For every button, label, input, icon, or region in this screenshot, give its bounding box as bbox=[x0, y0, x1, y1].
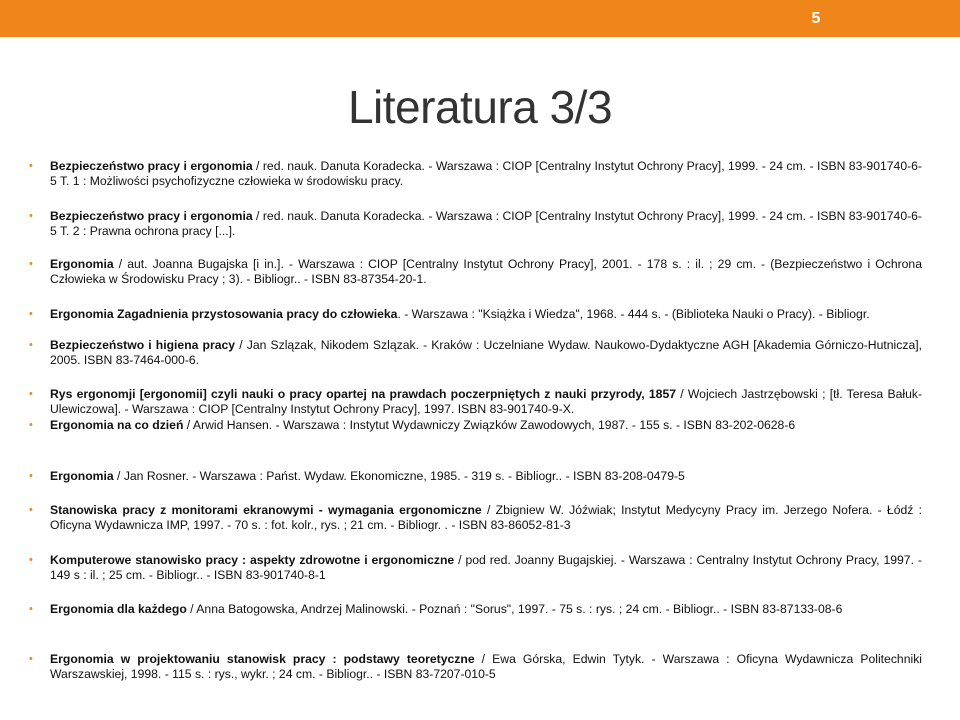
reference-title: Bezpieczeństwo i higiena pracy bbox=[50, 338, 236, 352]
bullet-icon: • bbox=[29, 210, 33, 222]
reference-item: • Ergonomia / aut. Joanna Bugajska [i in.… bbox=[29, 257, 922, 287]
reference-title: Ergonomia bbox=[50, 257, 114, 271]
bullet-icon: • bbox=[29, 419, 33, 431]
reference-item: • Ergonomia / Jan Rosner. - Warszawa : Pa… bbox=[29, 469, 922, 484]
reference-title: Ergonomia dla każdego bbox=[50, 602, 187, 616]
reference-title: Rys ergonomji [ergonomii] czyli nauki o … bbox=[50, 387, 677, 401]
reference-item: • Ergonomia Zagadnienia przystosowania pr… bbox=[29, 307, 922, 322]
bullet-icon: • bbox=[29, 504, 33, 516]
reference-details: . - Warszawa : "Książka i Wiedza", 1968.… bbox=[397, 307, 870, 321]
reference-item: • Stanowiska pracy z monitorami ekranowym… bbox=[29, 503, 922, 533]
reference-item: • Ergonomia dla każdego / Anna Batogowska… bbox=[29, 602, 922, 617]
header-accent-bar: 5 bbox=[0, 0, 960, 37]
reference-details: / Arwid Hansen. - Warszawa : Instytut Wy… bbox=[183, 418, 796, 432]
bullet-icon: • bbox=[29, 339, 33, 351]
reference-title: Bezpieczeństwo pracy i ergonomia bbox=[50, 159, 253, 173]
bullet-icon: • bbox=[29, 603, 33, 615]
reference-title: Ergonomia na co dzień bbox=[50, 418, 184, 432]
bullet-icon: • bbox=[29, 388, 33, 400]
reference-title: Komputerowe stanowisko pracy : aspekty z… bbox=[50, 553, 455, 567]
reference-title: Stanowiska pracy z monitorami ekranowymi… bbox=[50, 503, 482, 517]
reference-item: • Bezpieczeństwo i higiena pracy / Jan Sz… bbox=[29, 338, 922, 368]
slide-number: 5 bbox=[811, 10, 821, 27]
reference-title: Ergonomia w projektowaniu stanowisk prac… bbox=[50, 652, 475, 666]
reference-item: • Bezpieczeństwo pracy i ergonomia / red.… bbox=[29, 159, 922, 189]
reference-item: • Rys ergonomji [ergonomii] czyli nauki o… bbox=[29, 387, 922, 417]
reference-title: Ergonomia Zagadnienia przystosowania pra… bbox=[50, 307, 398, 321]
reference-details: / aut. Joanna Bugajska [i in.]. - Warsza… bbox=[50, 257, 922, 286]
bullet-icon: • bbox=[29, 258, 33, 270]
slide-title: Literatura 3/3 bbox=[347, 81, 613, 133]
reference-details: / Jan Rosner. - Warszawa : Państ. Wydaw.… bbox=[113, 469, 685, 483]
reference-item: • Ergonomia w projektowaniu stanowisk pra… bbox=[29, 652, 922, 682]
bullet-icon: • bbox=[29, 554, 33, 566]
bullet-icon: • bbox=[29, 160, 33, 172]
bullet-icon: • bbox=[29, 470, 33, 482]
reference-item: • Ergonomia na co dzień / Arwid Hansen. -… bbox=[29, 418, 922, 433]
bullet-icon: • bbox=[29, 308, 33, 320]
reference-item: • Komputerowe stanowisko pracy : aspekty … bbox=[29, 553, 922, 583]
bullet-icon: • bbox=[29, 653, 33, 665]
reference-title: Ergonomia bbox=[50, 469, 114, 483]
reference-title: Bezpieczeństwo pracy i ergonomia bbox=[50, 209, 253, 223]
reference-item: • Bezpieczeństwo pracy i ergonomia / red.… bbox=[29, 209, 922, 239]
reference-details: / Anna Batogowska, Andrzej Malinowski. -… bbox=[186, 602, 843, 616]
